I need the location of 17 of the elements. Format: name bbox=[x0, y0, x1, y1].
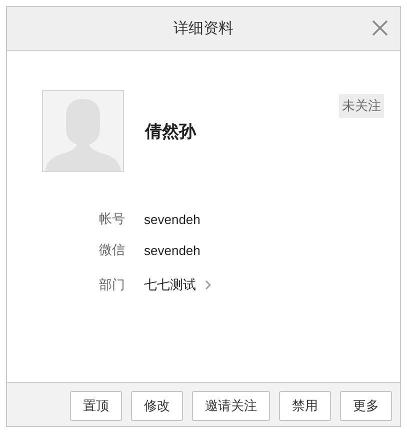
window-title: 详细资料 bbox=[174, 19, 234, 38]
field-label: 部门 bbox=[98, 276, 126, 294]
follow-status: 未关注 bbox=[339, 94, 384, 118]
field-label: 微信 bbox=[98, 241, 126, 259]
field-label: 帐号 bbox=[98, 210, 126, 228]
department-link[interactable]: 七七测试 bbox=[144, 276, 196, 294]
avatar-icon bbox=[42, 90, 124, 172]
chevron-right-icon[interactable] bbox=[204, 280, 212, 290]
field-value: sevendeh bbox=[144, 242, 200, 258]
close-icon[interactable] bbox=[372, 20, 388, 36]
action-button[interactable]: 禁用 bbox=[279, 390, 331, 420]
action-button[interactable]: 更多 bbox=[340, 390, 392, 420]
user-name: 倩然孙 bbox=[145, 121, 196, 143]
action-button[interactable]: 置顶 bbox=[70, 390, 122, 420]
action-button[interactable]: 邀请关注 bbox=[192, 390, 270, 420]
action-button[interactable]: 修改 bbox=[131, 390, 183, 420]
field-value: sevendeh bbox=[144, 212, 200, 226]
